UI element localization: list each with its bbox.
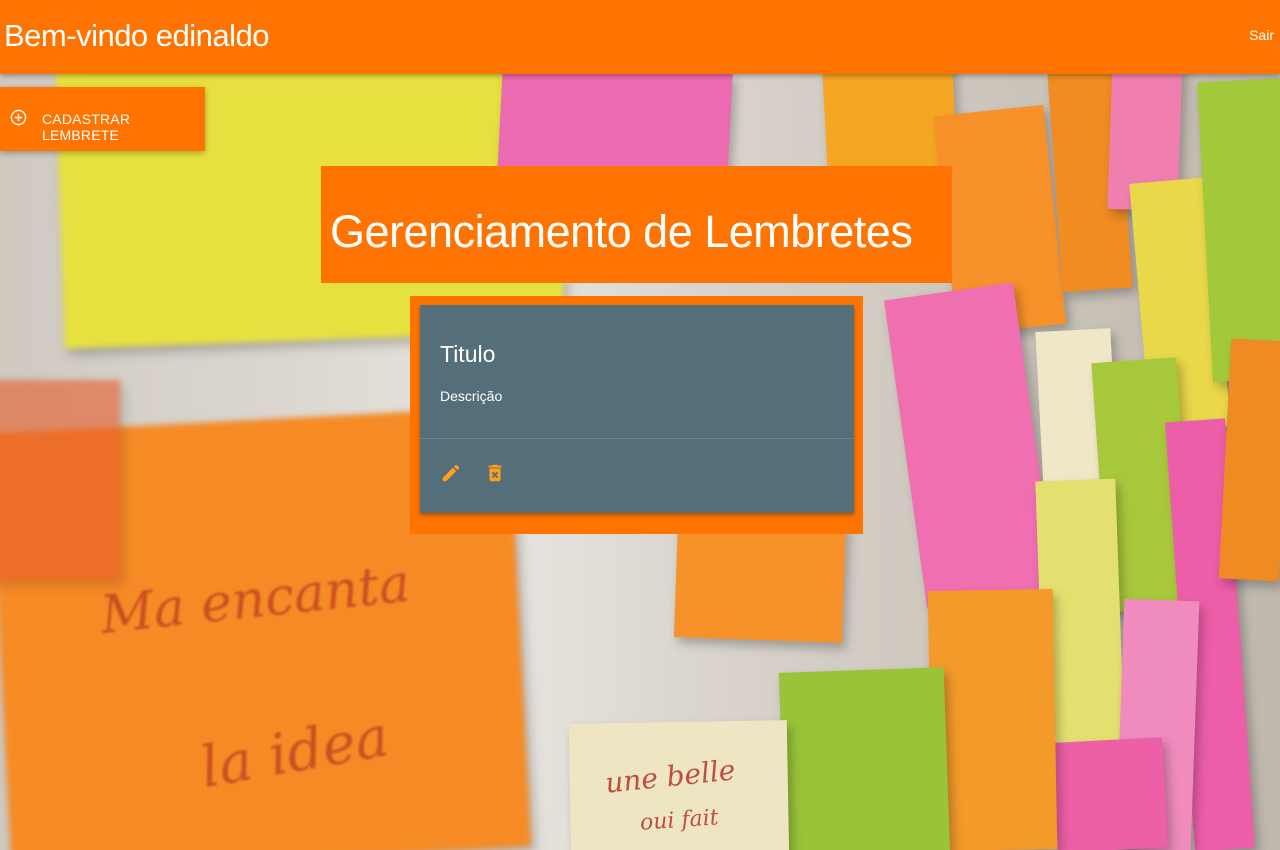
bg-note bbox=[673, 517, 847, 643]
card-divider bbox=[420, 438, 854, 439]
bg-note bbox=[1052, 737, 1168, 850]
welcome-brand[interactable]: Bem-vindo edinaldo bbox=[4, 18, 270, 54]
reminder-card: Titulo Descrição bbox=[420, 305, 854, 513]
page-title: Gerenciamento de Lembretes bbox=[330, 206, 913, 257]
page: Ma encanta la idea une belle oui fait Be… bbox=[0, 0, 1280, 850]
edit-icon[interactable] bbox=[440, 462, 462, 484]
delete-icon[interactable] bbox=[484, 462, 506, 484]
reminder-description: Descrição bbox=[440, 388, 503, 404]
navbar: Bem-vindo edinaldo Sair bbox=[0, 0, 1280, 74]
reminder-card-frame: Titulo Descrição bbox=[410, 296, 863, 534]
add-circle-icon bbox=[10, 109, 27, 126]
logout-link[interactable]: Sair bbox=[1249, 27, 1274, 43]
bg-note bbox=[778, 667, 951, 850]
bg-note bbox=[0, 380, 120, 580]
add-reminder-button[interactable]: CADASTRAR LEMBRETE bbox=[0, 87, 205, 151]
bg-note bbox=[1197, 77, 1280, 383]
reminder-title: Titulo bbox=[440, 341, 496, 367]
page-title-box: Gerenciamento de Lembretes bbox=[321, 166, 952, 283]
add-reminder-label: CADASTRAR LEMBRETE bbox=[42, 111, 131, 143]
